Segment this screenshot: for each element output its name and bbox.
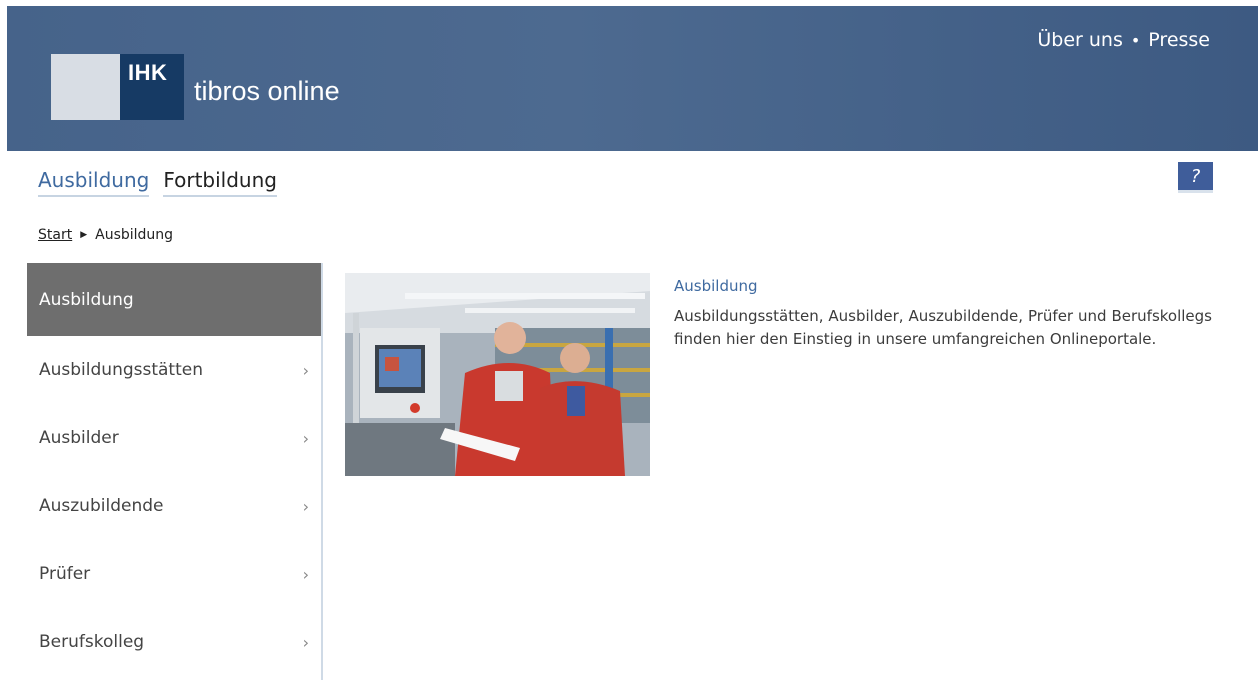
sidebar-item-label: Auszubildende [39,496,164,516]
breadcrumb: Start ▶ Ausbildung [38,227,173,243]
sidebar-item-ausbildungsstaetten[interactable]: Ausbildungsstätten › [27,336,321,404]
chevron-right-icon: › [302,632,309,652]
site-header: IHK tibros online Über uns • Presse [7,6,1258,151]
sidebar-item-label: Ausbilder [39,428,119,448]
sidebar-item-berufskolleg[interactable]: Berufskolleg › [27,608,321,676]
tab-ausbildung[interactable]: Ausbildung [38,168,150,197]
sidebar-item-pruefer[interactable]: Prüfer › [27,540,321,608]
sidebar-nav: Ausbildung Ausbildungsstätten › Ausbilde… [27,263,323,680]
chevron-right-icon: › [302,496,309,516]
app-title[interactable]: tibros online [194,76,340,107]
sidebar-item-label: Ausbildung [39,289,134,310]
tab-fortbildung[interactable]: Fortbildung [163,168,277,197]
ihk-logo[interactable]: IHK [51,54,184,120]
chevron-right-icon: › [302,428,309,448]
link-separator: • [1130,30,1141,50]
press-link[interactable]: Presse [1148,29,1210,51]
about-us-link[interactable]: Über uns [1037,29,1123,51]
sidebar-item-label: Berufskolleg [39,632,145,652]
training-photo [345,273,650,476]
breadcrumb-arrow-icon: ▶ [80,230,88,240]
logo-light-block [51,54,120,120]
top-links: Über uns • Presse [1037,29,1210,51]
chevron-right-icon: › [302,564,309,584]
sidebar-item-label: Ausbildungsstätten [39,360,203,380]
sidebar-item-ausbildung[interactable]: Ausbildung [27,263,321,336]
breadcrumb-current: Ausbildung [95,227,174,243]
content-description: Ausbildungsstätten, Ausbilder, Auszubild… [674,307,1212,348]
content-title: Ausbildung [674,277,758,295]
sidebar-item-ausbilder[interactable]: Ausbilder › [27,404,321,472]
chevron-right-icon: › [302,360,309,380]
main-tabs: Ausbildung Fortbildung [38,168,277,197]
help-button[interactable]: ? [1178,162,1213,193]
sidebar-item-auszubildende[interactable]: Auszubildende › [27,472,321,540]
sidebar-item-label: Prüfer [39,564,91,584]
logo-text: IHK [128,60,168,85]
breadcrumb-start-link[interactable]: Start [38,227,72,243]
